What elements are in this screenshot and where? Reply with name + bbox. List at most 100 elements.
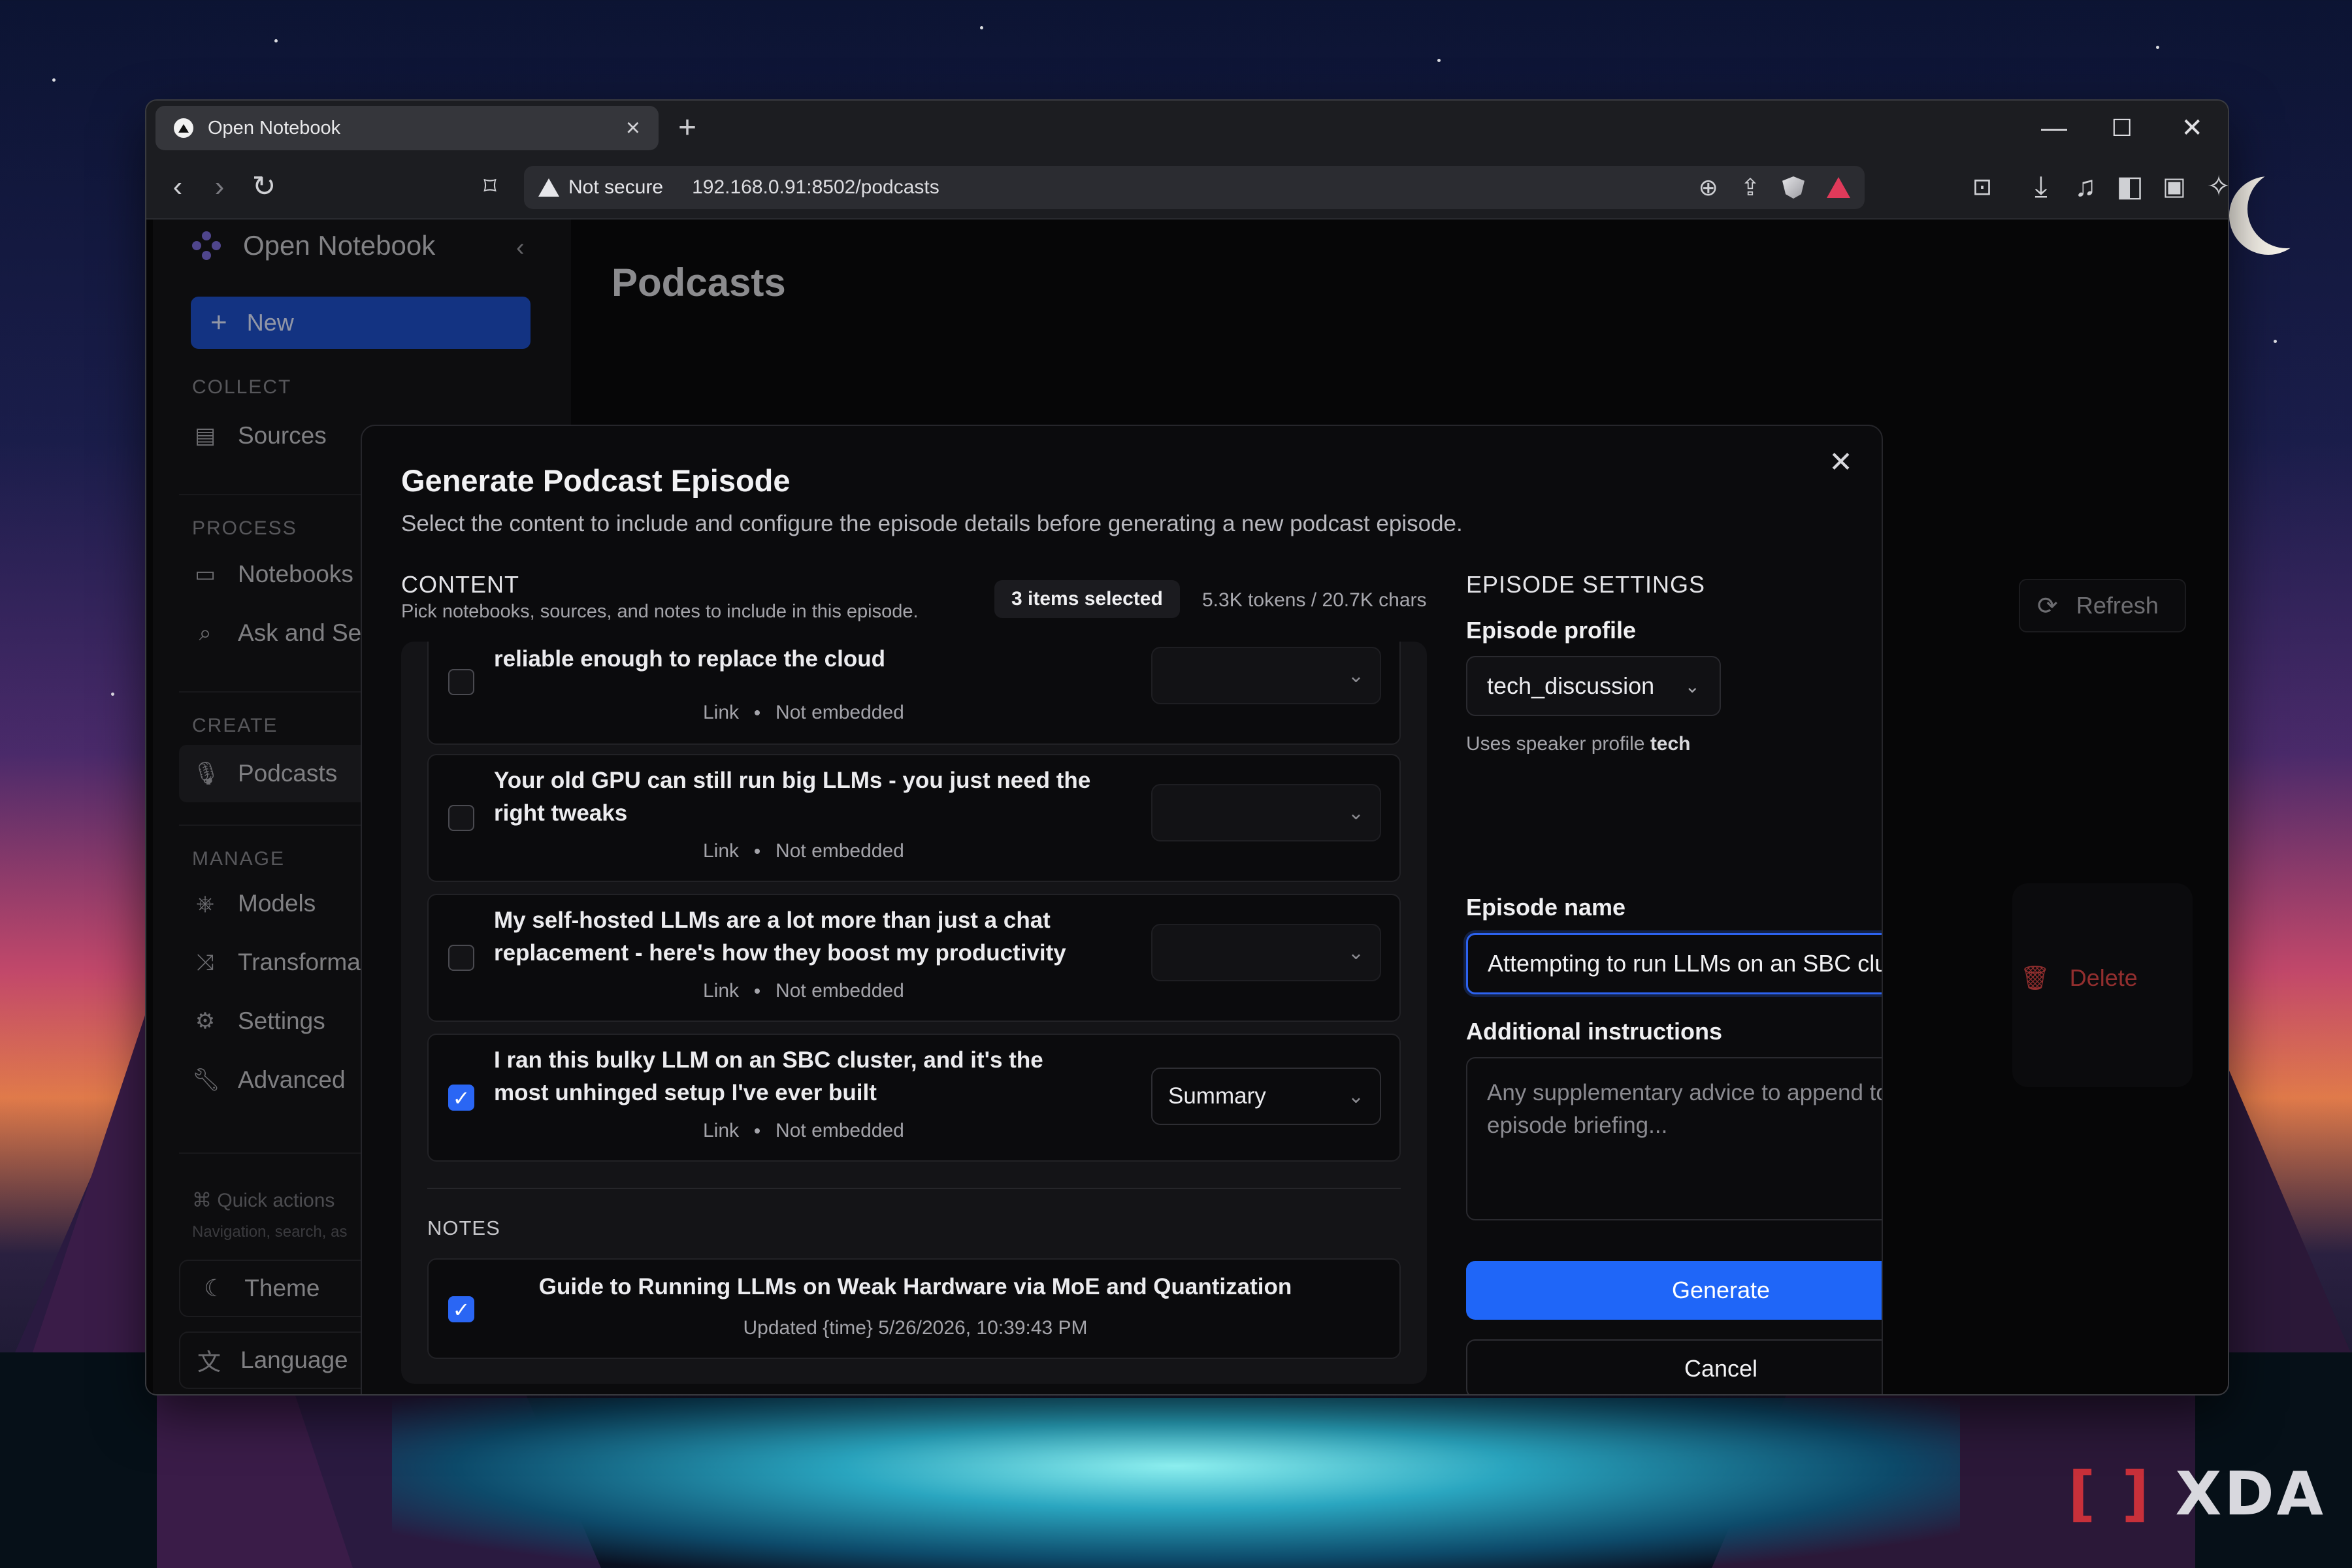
chevron-down-icon: ⌄ <box>1684 676 1700 696</box>
source-checkbox[interactable] <box>448 669 474 695</box>
dialog-title: Generate Podcast Episode <box>401 463 791 498</box>
star <box>2156 46 2159 49</box>
back-icon[interactable]: ‹ <box>158 167 197 206</box>
star <box>274 39 278 42</box>
source-meta: Link Not embedded <box>703 840 938 862</box>
source-type: Link <box>703 980 740 1002</box>
additional-instructions-label: Additional instructions <box>1466 1018 1722 1045</box>
note-card: ✓ Guide to Running LLMs on Weak Hardware… <box>427 1258 1401 1359</box>
content-heading: CONTENT <box>401 571 519 598</box>
content-subheading: Pick notebooks, sources, and notes to in… <box>401 601 919 622</box>
selected-count-badge: 3 items selected <box>994 580 1180 618</box>
chevron-down-icon: ⌄ <box>1347 1085 1364 1107</box>
close-dialog-icon[interactable]: ✕ <box>1829 446 1853 479</box>
token-summary: 5.3K tokens / 20.7K chars <box>1202 589 1427 611</box>
forward-icon[interactable]: › <box>200 167 239 206</box>
lake <box>392 1398 1960 1568</box>
close-window-icon[interactable]: ✕ <box>2181 110 2203 146</box>
source-card: My self-hosted LLMs are a lot more than … <box>427 894 1401 1022</box>
star <box>1437 59 1441 62</box>
source-checkbox[interactable] <box>448 805 474 831</box>
source-meta: Link Not embedded <box>703 1120 938 1142</box>
screenshot-icon[interactable]: ⊡ <box>1963 167 2002 206</box>
sidebar-toggle-icon[interactable]: ◧ <box>2110 167 2149 206</box>
browser-tab[interactable]: Open Notebook × <box>155 106 659 150</box>
episode-profile-select[interactable]: tech_discussion ⌄ <box>1466 656 1721 716</box>
speaker-profile-hint: Uses speaker profile tech <box>1466 733 1691 755</box>
source-status: Not embedded <box>776 702 904 723</box>
source-checkbox-checked[interactable]: ✓ <box>448 1085 474 1111</box>
episode-profile-label: Episode profile <box>1466 617 1637 644</box>
browser-window: Open Notebook × + — ☐ ✕ ‹ › ↻ ⌑ Not secu… <box>146 101 2228 1394</box>
note-title: Guide to Running LLMs on Weak Hardware v… <box>538 1274 1292 1299</box>
minimize-icon[interactable]: — <box>2041 110 2067 146</box>
address-bar[interactable]: Not secure 192.168.0.91:8502/podcasts ⊕ … <box>524 166 1865 209</box>
watermark-logo: [ ] XDA <box>2068 1459 2326 1529</box>
maximize-icon[interactable]: ☐ <box>2112 110 2132 146</box>
episode-settings-heading: EPISODE SETTINGS <box>1466 571 1706 598</box>
source-type: Link <box>703 1120 740 1141</box>
browser-toolbar: ‹ › ↻ ⌑ Not secure 192.168.0.91:8502/pod… <box>146 155 2228 220</box>
source-meta: Link Not embedded <box>703 702 938 724</box>
moon <box>2247 170 2326 248</box>
source-status: Not embedded <box>776 980 904 1002</box>
source-type: Link <box>703 702 740 723</box>
source-title: I ran Gemma 4 (26B) on a 10-year-old GPU… <box>494 646 885 672</box>
reload-icon[interactable]: ↻ <box>244 167 284 206</box>
chevron-down-icon: ⌄ <box>1347 802 1364 824</box>
generate-button[interactable]: Generate <box>1466 1261 1882 1320</box>
source-title: Your old GPU can still run big LLMs - yo… <box>494 768 1091 826</box>
additional-instructions-textarea[interactable] <box>1466 1057 1882 1220</box>
bookmark-icon[interactable]: ⌑ <box>470 167 510 206</box>
share-icon[interactable]: ⇪ <box>1740 174 1760 201</box>
note-updated: Updated {time} 5/26/2026, 10:39:43 PM <box>743 1317 1088 1339</box>
url-text[interactable]: 192.168.0.91:8502/podcasts <box>692 176 1676 199</box>
episode-profile-value: tech_discussion <box>1487 672 1655 699</box>
source-mode-select[interactable]: ⌄ <box>1151 647 1381 704</box>
source-mode-select[interactable]: Summary ⌄ <box>1151 1068 1381 1125</box>
source-title: I ran this bulky LLM on an SBC cluster, … <box>494 1047 1043 1105</box>
cancel-button[interactable]: Cancel <box>1466 1339 1882 1394</box>
download-icon[interactable]: ⤓ <box>2021 167 2061 206</box>
source-status: Not embedded <box>776 840 904 862</box>
warning-icon <box>538 178 559 197</box>
ai-sparkle-icon[interactable]: ✧ <box>2199 167 2228 206</box>
source-type: Link <box>703 840 740 862</box>
divider <box>427 1188 1401 1189</box>
tab-strip: Open Notebook × + — ☐ ✕ <box>146 101 2228 155</box>
note-checkbox-checked[interactable]: ✓ <box>448 1296 474 1322</box>
notes-heading: NOTES <box>427 1217 500 1239</box>
episode-name-label: Episode name <box>1466 894 1626 921</box>
source-checkbox[interactable] <box>448 945 474 971</box>
new-tab-icon[interactable]: + <box>678 108 696 148</box>
wallet-icon[interactable]: ▣ <box>2155 167 2194 206</box>
security-indicator[interactable]: Not secure <box>568 176 663 199</box>
source-card: Your old GPU can still run big LLMs - yo… <box>427 754 1401 882</box>
chevron-down-icon: ⌄ <box>1347 941 1364 964</box>
music-icon[interactable]: ♫ <box>2066 167 2105 206</box>
brave-rewards-icon[interactable] <box>1827 177 1850 198</box>
tree-line <box>0 1352 157 1568</box>
episode-name-input[interactable] <box>1466 933 1882 994</box>
star <box>52 78 56 82</box>
source-mode-select[interactable]: ⌄ <box>1151 784 1381 841</box>
source-card: ✓ I ran this bulky LLM on an SBC cluster… <box>427 1034 1401 1162</box>
site-favicon-icon <box>174 118 193 138</box>
zoom-icon[interactable]: ⊕ <box>1699 174 1718 201</box>
source-card: I ran Gemma 4 (26B) on a 10-year-old GPU… <box>427 642 1401 745</box>
content-list[interactable]: I ran Gemma 4 (26B) on a 10-year-old GPU… <box>401 642 1427 1384</box>
star <box>111 693 114 696</box>
source-meta: Link Not embedded <box>703 980 938 1002</box>
source-title: My self-hosted LLMs are a lot more than … <box>494 907 1066 966</box>
generate-podcast-dialog: ✕ Generate Podcast Episode Select the co… <box>361 425 1883 1394</box>
tab-title: Open Notebook <box>208 117 341 139</box>
source-mode-select[interactable]: ⌄ <box>1151 924 1381 981</box>
close-icon[interactable]: × <box>626 116 640 140</box>
brave-shields-icon[interactable] <box>1782 176 1805 199</box>
chevron-down-icon: ⌄ <box>1347 664 1364 687</box>
source-status: Not embedded <box>776 1120 904 1141</box>
star <box>2274 340 2277 343</box>
app-page: Open Notebook ‹ + New COLLECT ▤ Sources … <box>146 220 2228 1394</box>
dialog-subtitle: Select the content to include and config… <box>401 511 1463 536</box>
star <box>980 26 983 29</box>
